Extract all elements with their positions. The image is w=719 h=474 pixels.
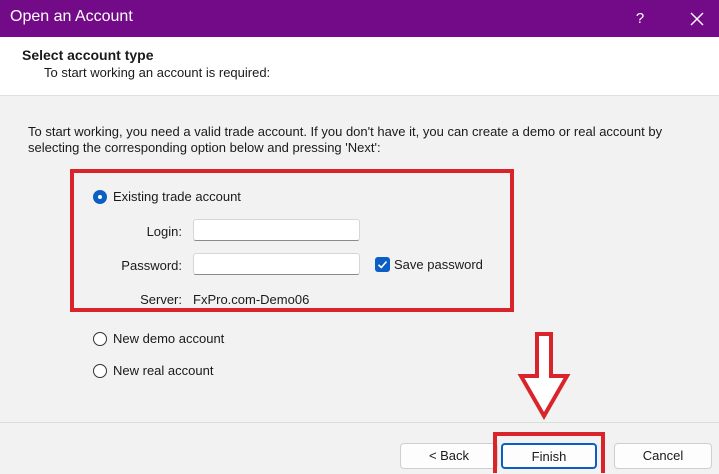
page-subheading: To start working an account is required: (44, 65, 271, 80)
demo-account-label: New demo account (113, 331, 225, 346)
title-bar: Open an Account ? (0, 0, 719, 37)
page-heading: Select account type (22, 47, 154, 63)
highlight-box (70, 169, 514, 312)
wizard-header: Select account type To start working an … (0, 37, 719, 96)
wizard-content: To start working, you need a valid trade… (0, 96, 719, 422)
real-account-radio[interactable] (93, 364, 107, 378)
wizard-footer: < Back Finish Cancel (0, 422, 719, 474)
down-arrow-icon (517, 332, 571, 421)
finish-highlight-box (493, 432, 605, 473)
window-title: Open an Account (10, 8, 133, 25)
close-icon (690, 12, 704, 26)
back-button[interactable]: < Back (400, 443, 498, 469)
intro-text: To start working, you need a valid trade… (28, 124, 663, 155)
demo-account-radio[interactable] (93, 332, 107, 346)
close-button[interactable] (682, 0, 712, 37)
help-button[interactable]: ? (628, 0, 652, 37)
real-account-label: New real account (113, 363, 214, 378)
cancel-button[interactable]: Cancel (614, 443, 712, 469)
